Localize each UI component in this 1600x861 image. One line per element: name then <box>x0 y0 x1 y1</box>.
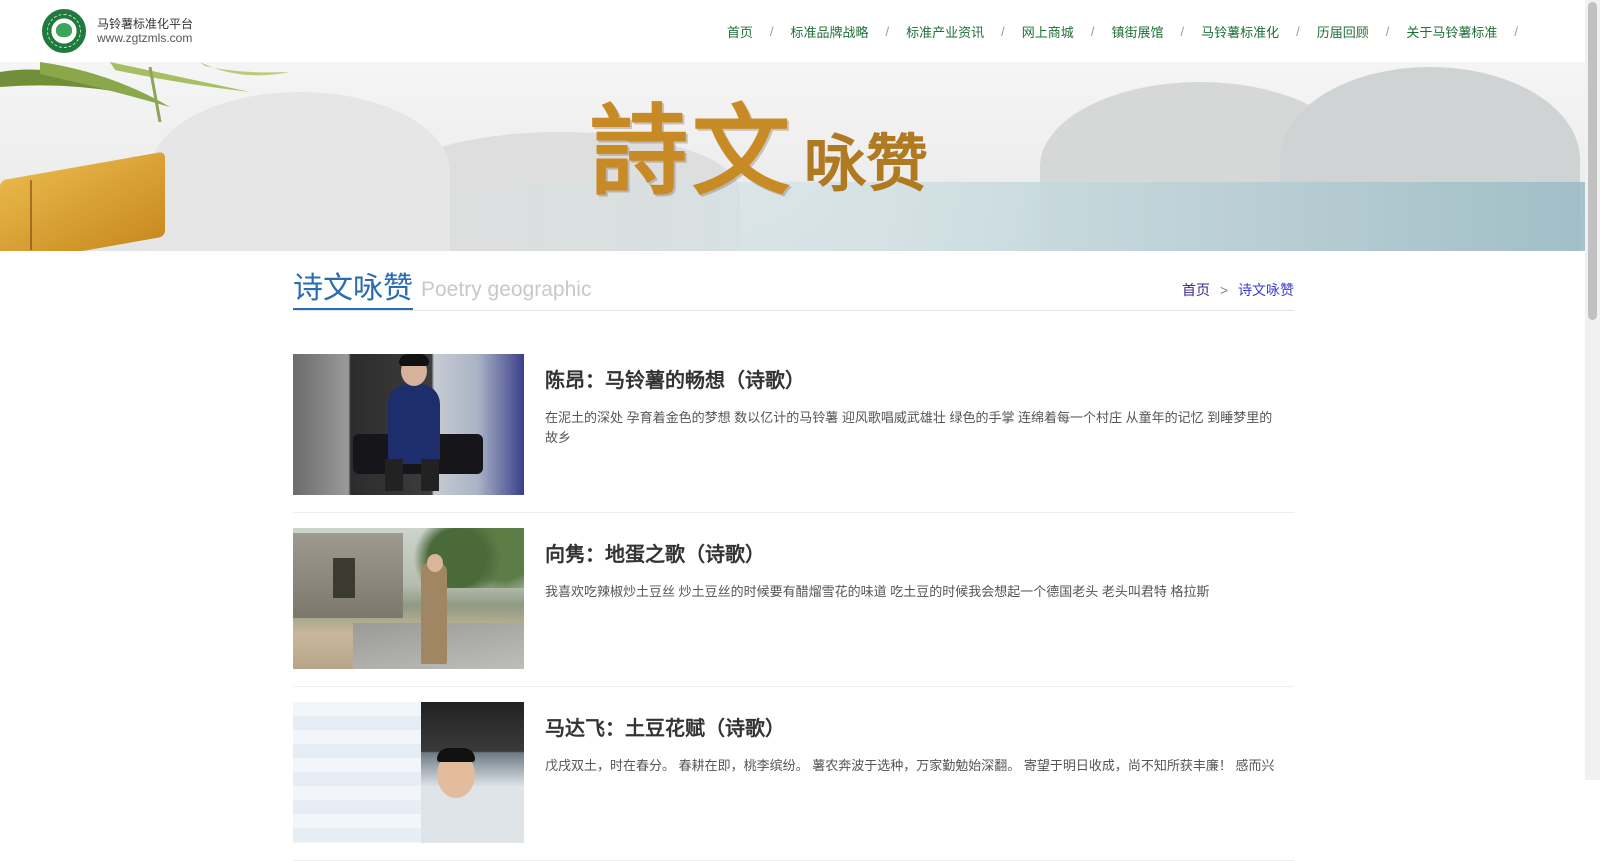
nav-separator: / <box>769 24 774 39</box>
photo-backdrop-text-panel <box>293 702 421 843</box>
nav-separator: / <box>1001 24 1005 39</box>
bamboo-scroll-decoration <box>0 151 165 251</box>
article-title[interactable]: 向隽：地蛋之歌（诗歌） <box>545 538 765 567</box>
article-item[interactable]: 向隽：地蛋之歌（诗歌） 我喜欢吃辣椒炒土豆丝 炒土豆丝的时候要有醋熘雪花的味道 … <box>293 528 1294 687</box>
nav-separator: / <box>1385 24 1390 39</box>
main-nav: 首页 / 标准品牌战略 / 标准产业资讯 / 网上商城 / 镇街展馆 / 马铃薯… <box>727 22 1535 41</box>
breadcrumb: 首页 > 诗文咏赞 <box>1182 280 1294 300</box>
photo-person-body <box>421 562 447 664</box>
page-banner: 詩文 咏赞 <box>0 62 1585 251</box>
article-excerpt: 戊戌双土，时在春分。 春耕在即，桃李缤纷。 薯农奔波于选种，万家勤勉始深翻。 寄… <box>545 758 1275 773</box>
site-logo[interactable] <box>42 9 86 53</box>
article-excerpt: 我喜欢吃辣椒炒土豆丝 炒土豆丝的时候要有醋熘雪花的味道 吃土豆的时候我会想起一个… <box>545 584 1210 599</box>
breadcrumb-current[interactable]: 诗文咏赞 <box>1238 282 1294 298</box>
nav-separator: / <box>885 24 890 39</box>
scrollbar-thumb[interactable] <box>1588 2 1597 320</box>
article-excerpt: 在泥土的深处 孕育着金色的梦想 数以亿计的马铃薯 迎风歌唱威武雄壮 绿色的手掌 … <box>545 410 1273 445</box>
breadcrumb-home-link[interactable]: 首页 <box>1182 282 1210 298</box>
nav-item-industry-news[interactable]: 标准产业资讯 <box>906 22 984 41</box>
bamboo-leaves-decoration <box>0 62 290 122</box>
article-thumbnail[interactable] <box>293 354 524 495</box>
photo-person-hair <box>437 748 475 762</box>
article-thumbnail[interactable] <box>293 528 524 669</box>
nav-separator: / <box>1180 24 1185 39</box>
nav-item-town-pavilion[interactable]: 镇街展馆 <box>1111 22 1163 41</box>
banner-title: 詩文 咏赞 <box>590 72 928 214</box>
nav-item-review[interactable]: 历届回顾 <box>1317 22 1369 41</box>
section-subtitle: Poetry geographic <box>421 278 592 301</box>
photo-person-leg <box>385 459 403 491</box>
photo-person-head <box>427 554 443 572</box>
nav-separator: / <box>1090 24 1095 39</box>
nav-separator: / <box>1514 24 1518 39</box>
nav-item-home[interactable]: 首页 <box>727 22 753 41</box>
brand-url: www.zgtzmls.com <box>97 31 193 45</box>
article-item[interactable]: 马达飞：土豆花赋（诗歌） 戊戌双土，时在春分。 春耕在即，桃李缤纷。 薯农奔波于… <box>293 702 1294 861</box>
photo-person-hair <box>399 354 429 366</box>
nav-item-potato-standard[interactable]: 马铃薯标准化 <box>1201 22 1279 41</box>
nav-item-brand-strategy[interactable]: 标准品牌战略 <box>791 22 869 41</box>
section-title: 诗文咏赞 <box>293 271 413 310</box>
breadcrumb-separator: > <box>1219 282 1229 298</box>
logo-emblem <box>56 23 72 37</box>
banner-title-big: 詩文 <box>590 94 795 209</box>
site-header: 马铃薯标准化平台 www.zgtzmls.com 首页 / 标准品牌战略 / 标… <box>0 0 1585 62</box>
article-item[interactable]: 陈昂：马铃薯的畅想（诗歌） 在泥土的深处 孕育着金色的梦想 数以亿计的马铃薯 迎… <box>293 354 1294 513</box>
scroll-line <box>30 179 32 251</box>
nav-separator: / <box>1296 24 1300 39</box>
nav-item-about[interactable]: 关于马铃薯标准 <box>1406 22 1497 41</box>
photo-door <box>333 558 355 598</box>
photo-person-leg <box>421 459 439 491</box>
nav-item-online-mall[interactable]: 网上商城 <box>1022 22 1074 41</box>
article-title[interactable]: 陈昂：马铃薯的畅想（诗歌） <box>545 364 805 393</box>
section-header: 诗文咏赞 Poetry geographic 首页 > 诗文咏赞 <box>293 266 1294 311</box>
page-scrollbar[interactable] <box>1585 0 1600 780</box>
article-title[interactable]: 马达飞：土豆花赋（诗歌） <box>545 712 785 741</box>
brand-name: 马铃薯标准化平台 <box>97 17 194 31</box>
banner-title-small: 咏赞 <box>804 127 929 200</box>
photo-person-body <box>388 384 440 464</box>
article-thumbnail[interactable] <box>293 702 524 843</box>
